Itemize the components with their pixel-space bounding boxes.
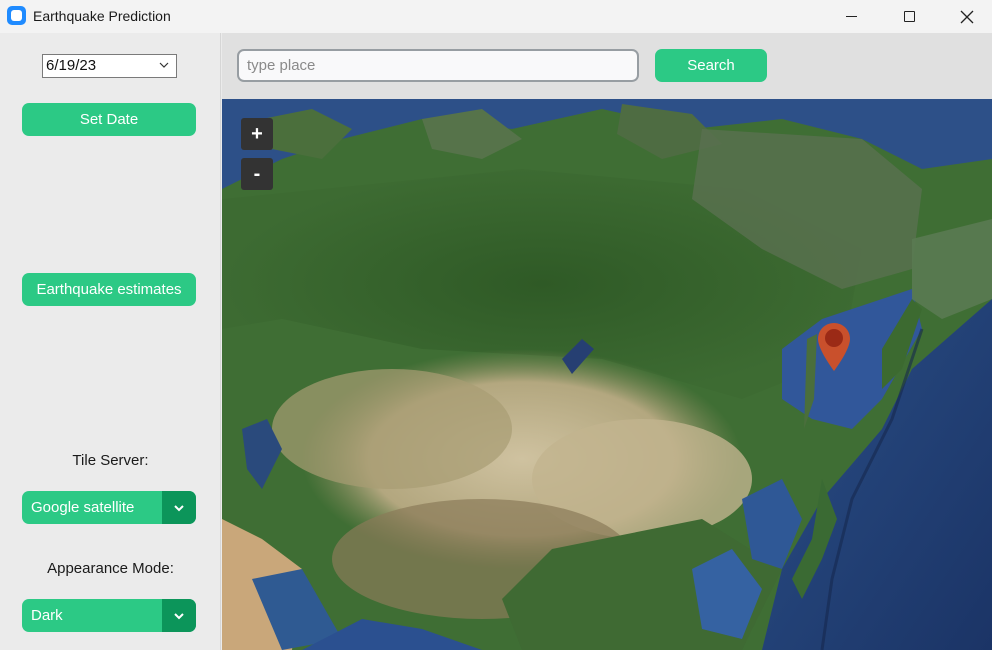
tile-server-menu[interactable]: Google satellite (22, 491, 196, 524)
tile-server-value: Google satellite (31, 499, 135, 516)
sidebar: 6/19/23 Set Date Earthquake estimates Ti… (0, 33, 221, 650)
search-input[interactable] (237, 49, 639, 82)
minimize-icon (845, 16, 857, 17)
map-view[interactable]: + - (222, 99, 992, 650)
app-icon (7, 6, 26, 25)
maximize-button[interactable] (880, 0, 938, 33)
tile-server-dropdown-button[interactable] (162, 491, 196, 524)
date-picker[interactable]: 6/19/23 (42, 54, 177, 78)
maximize-icon (903, 11, 915, 22)
zoom-out-button[interactable]: - (241, 158, 273, 190)
chevron-down-icon (174, 504, 184, 511)
appearance-mode-label: Appearance Mode: (47, 560, 174, 577)
map-pin-icon[interactable] (817, 322, 851, 372)
date-value: 6/19/23 (46, 57, 97, 74)
set-date-button[interactable]: Set Date (22, 103, 196, 136)
chevron-down-icon (159, 62, 169, 68)
appearance-mode-dropdown-button[interactable] (162, 599, 196, 632)
earthquake-estimates-button[interactable]: Earthquake estimates (22, 273, 196, 306)
chevron-down-icon (174, 612, 184, 619)
minimize-button[interactable] (822, 0, 880, 33)
satellite-map-image (222, 99, 992, 650)
title-bar: Earthquake Prediction (0, 0, 992, 33)
appearance-mode-menu[interactable]: Dark (22, 599, 196, 632)
search-button[interactable]: Search (655, 49, 767, 82)
close-button[interactable] (938, 0, 992, 33)
close-icon (960, 10, 974, 23)
search-bar: Search (222, 33, 992, 99)
appearance-mode-value: Dark (31, 607, 63, 624)
window-title: Earthquake Prediction (33, 8, 171, 24)
zoom-in-button[interactable]: + (241, 118, 273, 150)
tile-server-label: Tile Server: (72, 452, 149, 469)
